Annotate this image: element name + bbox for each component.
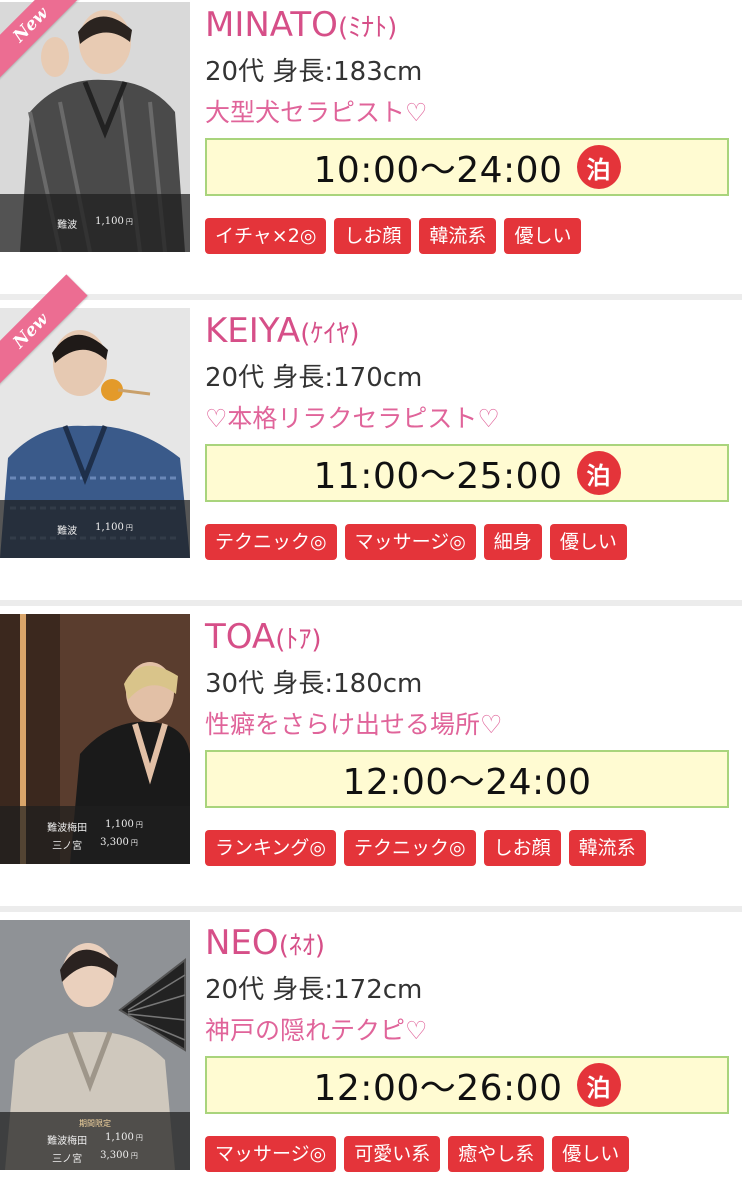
price-band: 難波梅田 1,100 円 三ノ宮 3,300 円 (0, 806, 190, 864)
price-unit: 円 (130, 838, 138, 847)
price-area: 難波梅田 (47, 822, 88, 834)
price-value: 1,100 (105, 818, 134, 830)
cast-age-height: 20代 身長:170cm (205, 363, 423, 393)
tag[interactable]: イチャ×2◎ (205, 218, 327, 254)
cast-info: TOA(ﾄｱ) 30代 身長:180cm 性癖をさらけ出せる場所♡ 12:00〜… (205, 606, 735, 866)
tag[interactable]: 優しい (549, 524, 627, 560)
tag[interactable]: マッサージ◎ (205, 1136, 337, 1172)
cast-info: MINATO(ﾐﾅﾄ) 20代 身長:183cm 大型犬セラピスト♡ 10:00… (205, 0, 735, 254)
price-row: 三ノ宮 3,300 円 (52, 1150, 138, 1165)
tag[interactable]: テクニック◎ (344, 830, 476, 866)
cast-name[interactable]: MINATO(ﾐﾅﾄ) (205, 0, 735, 50)
cast-photo[interactable]: 難波梅田 1,100 円 三ノ宮 3,300 円 (0, 614, 190, 864)
cast-name-text: NEO (205, 923, 279, 963)
cast-info: KEIYA(ｹｲﾔ) 20代 身長:170cm ♡本格リラクセラピスト♡ 11:… (205, 300, 735, 560)
price-value: 3,300 (100, 836, 129, 848)
schedule-box: 10:00〜24:00 泊 (205, 138, 729, 196)
price-row: 三ノ宮 3,300 円 (52, 837, 138, 852)
cast-name-kana: (ﾄｱ) (275, 625, 322, 655)
limited-label: 期間限定 (79, 1118, 111, 1128)
price-band: 期間限定 難波梅田 1,100 円 三ノ宮 3,300 円 (0, 1112, 190, 1170)
price-row: 難波梅田 1,100 円 (47, 1132, 143, 1147)
price-unit: 円 (135, 1133, 143, 1142)
cast-card[interactable]: 期間限定 難波梅田 1,100 円 三ノ宮 3,300 円 NEO(ﾈｵ) 20代 … (0, 912, 742, 1200)
cast-catchphrase: 性癖をさらけ出せる場所♡ (205, 710, 503, 739)
cast-name-kana: (ﾐﾅﾄ) (337, 13, 398, 43)
price-band: 難波 1,100 円 (0, 500, 190, 558)
cast-card[interactable]: 難波梅田 1,100 円 三ノ宮 3,300 円 TOA(ﾄｱ) 30代 身長:18… (0, 606, 742, 912)
cast-name[interactable]: NEO(ﾈｵ) (205, 918, 735, 968)
schedule-time: 12:00〜24:00 (342, 762, 592, 803)
price-value: 1,100 (95, 521, 124, 533)
cast-info: NEO(ﾈｵ) 20代 身長:172cm 神戸の隠れテクピ♡ 12:00〜26:… (205, 912, 735, 1172)
tag-list: テクニック◎ マッサージ◎ 細身 優しい (205, 524, 735, 560)
price-unit: 円 (135, 820, 143, 829)
schedule-box: 11:00〜25:00 泊 (205, 444, 729, 502)
price-unit: 円 (125, 217, 133, 226)
cast-list: 難波 1,100 円 New MINATO(ﾐﾅﾄ) 20代 身長:183cm 大… (0, 0, 742, 1200)
cast-name[interactable]: KEIYA(ｹｲﾔ) (205, 306, 735, 356)
tag[interactable]: ランキング◎ (205, 830, 337, 866)
cast-age-height: 30代 身長:180cm (205, 669, 423, 699)
schedule-box: 12:00〜26:00 泊 (205, 1056, 729, 1114)
price-area: 三ノ宮 (52, 840, 83, 852)
cast-card[interactable]: 難波 1,100 円 New KEIYA(ｹｲﾔ) 20代 身長:170cm ♡本… (0, 274, 742, 606)
tag-list: ランキング◎ テクニック◎ しお顔 韓流系 (205, 830, 735, 866)
tag[interactable]: 可愛い系 (344, 1136, 441, 1172)
schedule-time: 11:00〜25:00 (313, 456, 563, 497)
tag[interactable]: しお顔 (483, 830, 561, 866)
cast-catchphrase: ♡本格リラクセラピスト♡ (205, 404, 500, 433)
overnight-badge: 泊 (576, 451, 621, 495)
tag[interactable]: マッサージ◎ (344, 524, 476, 560)
cast-age-height: 20代 身長:183cm (205, 57, 423, 87)
price-area: 三ノ宮 (52, 1153, 83, 1165)
schedule-time: 10:00〜24:00 (313, 150, 563, 191)
price-band: 難波 1,100 円 (0, 194, 190, 252)
price-value: 1,100 (105, 1131, 134, 1143)
cast-age-height: 20代 身長:172cm (205, 975, 423, 1005)
cast-card[interactable]: 難波 1,100 円 New MINATO(ﾐﾅﾄ) 20代 身長:183cm 大… (0, 0, 742, 300)
cast-name-text: KEIYA (205, 311, 301, 351)
cast-name-text: TOA (205, 617, 276, 657)
tag[interactable]: 韓流系 (419, 218, 497, 254)
schedule-time: 12:00〜26:00 (313, 1068, 563, 1109)
cast-name-kana: (ﾈｵ) (278, 931, 325, 961)
price-row: 難波 1,100 円 (57, 216, 133, 231)
cast-name[interactable]: TOA(ﾄｱ) (205, 612, 735, 662)
price-row: 難波梅田 1,100 円 (47, 819, 143, 834)
cast-catchphrase: 神戸の隠れテクピ♡ (205, 1016, 428, 1045)
tag[interactable]: テクニック◎ (205, 524, 337, 560)
tag[interactable]: 優しい (504, 218, 582, 254)
tag[interactable]: しお顔 (334, 218, 412, 254)
price-area: 難波 (57, 525, 78, 537)
overnight-badge: 泊 (576, 1063, 621, 1107)
schedule-box: 12:00〜24:00 (205, 750, 729, 808)
price-value: 1,100 (95, 215, 124, 227)
overnight-badge: 泊 (576, 145, 621, 189)
tag[interactable]: 優しい (552, 1136, 630, 1172)
tag[interactable]: 細身 (483, 524, 542, 560)
tag-list: イチャ×2◎ しお顔 韓流系 優しい (205, 218, 735, 254)
cast-name-text: MINATO (205, 5, 338, 45)
price-unit: 円 (125, 523, 133, 532)
price-area: 難波 (57, 219, 78, 231)
tag[interactable]: 癒やし系 (448, 1136, 545, 1172)
price-row: 難波 1,100 円 (57, 522, 133, 537)
cast-name-kana: (ｹｲﾔ) (300, 319, 360, 349)
cast-catchphrase: 大型犬セラピスト♡ (205, 98, 428, 127)
price-value: 3,300 (100, 1149, 129, 1161)
tag-list: マッサージ◎ 可愛い系 癒やし系 優しい (205, 1136, 735, 1172)
price-unit: 円 (130, 1151, 138, 1160)
price-area: 難波梅田 (47, 1135, 88, 1147)
cast-photo[interactable]: 期間限定 難波梅田 1,100 円 三ノ宮 3,300 円 (0, 920, 190, 1170)
tag[interactable]: 韓流系 (568, 830, 646, 866)
